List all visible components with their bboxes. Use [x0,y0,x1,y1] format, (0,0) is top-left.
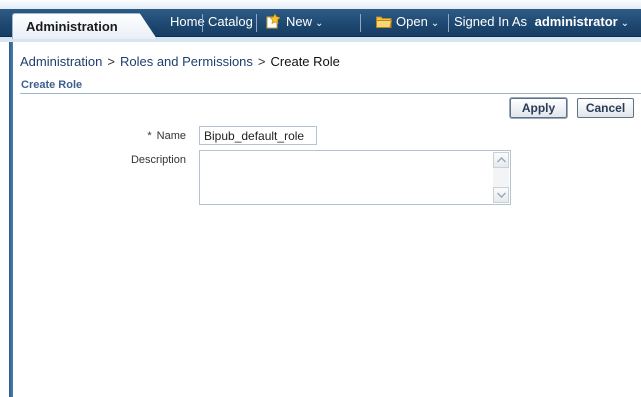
nav-separator [448,14,449,32]
description-textarea[interactable] [199,150,511,205]
left-edge [9,42,13,397]
scroll-down-button[interactable] [493,187,509,203]
apply-button[interactable]: Apply [510,98,567,118]
description-label: Description [130,154,186,166]
description-scrollbar[interactable] [493,152,509,203]
tab-administration-label: Administration [26,19,118,34]
user-menu[interactable]: Signed In As administrator ⌄ [454,9,629,36]
folder-icon [376,16,392,28]
new-menu[interactable]: New ⌄ [286,9,323,36]
chevron-down-icon: ⌄ [430,18,440,29]
chevron-down-icon: ⌄ [620,18,630,29]
breadcrumb-roles-and-permissions[interactable]: Roles and Permissions [120,54,253,69]
breadcrumb-current: Create Role [270,54,340,69]
cancel-button[interactable]: Cancel [577,98,634,118]
breadcrumb-separator: > [107,54,115,69]
section-title: Create Role [21,79,83,91]
chevron-up-icon [497,157,506,163]
name-input[interactable] [199,126,317,145]
nav-separator [202,14,203,32]
open-menu[interactable]: Open ⌄ [396,9,439,36]
required-marker: * [147,130,152,142]
name-label-text: Name [156,130,186,142]
new-menu-label: New [286,14,313,29]
nav-separator [360,14,361,32]
breadcrumb: Administration > Roles and Permissions > Cre… [20,54,340,69]
nav-separator [256,14,257,32]
breadcrumb-separator: > [257,54,266,69]
chevron-down-icon: ⌄ [315,18,324,29]
home-link[interactable]: Home [170,9,205,36]
breadcrumb-administration[interactable]: Administration [20,54,102,69]
catalog-link[interactable]: Catalog [208,9,253,36]
section-divider [20,93,641,94]
open-menu-label: Open [396,14,428,29]
tab-administration[interactable]: Administration [12,13,157,39]
new-document-icon [266,14,280,29]
scroll-up-button[interactable] [493,152,509,168]
name-label: * Name [76,130,186,142]
chevron-down-icon [497,192,506,198]
username: administrator [534,14,618,29]
signed-in-label: Signed In As [454,14,527,29]
